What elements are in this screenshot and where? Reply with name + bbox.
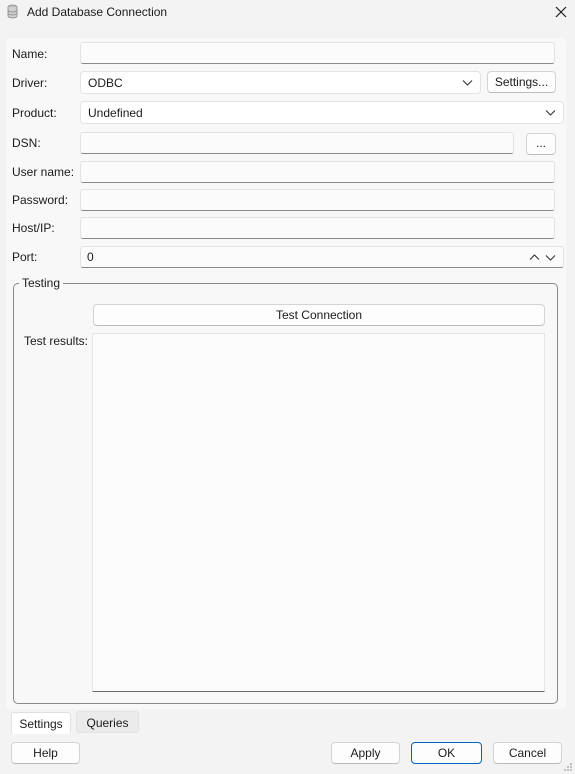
test-results-label: Test results:: [24, 334, 89, 348]
cancel-button[interactable]: Cancel: [493, 742, 562, 764]
product-label: Product:: [12, 106, 57, 120]
port-spinbox[interactable]: 0: [80, 246, 564, 268]
dsn-browse-button[interactable]: ...: [526, 133, 556, 155]
driver-label: Driver:: [12, 76, 48, 90]
chevron-down-icon: [462, 80, 473, 86]
test-connection-button[interactable]: Test Connection: [93, 304, 545, 326]
testing-group-title: Testing: [19, 276, 64, 290]
close-icon[interactable]: [550, 1, 572, 23]
resize-grip-icon[interactable]: [563, 762, 573, 772]
driver-select[interactable]: ODBC: [80, 71, 481, 94]
name-field[interactable]: [80, 42, 555, 64]
username-label: User name:: [12, 165, 75, 179]
product-select[interactable]: Undefined: [80, 101, 564, 124]
name-label: Name:: [12, 47, 48, 61]
password-field[interactable]: [80, 189, 555, 211]
tab-settings[interactable]: Settings: [11, 712, 71, 734]
test-results-area[interactable]: [92, 333, 545, 692]
port-value: 0: [87, 250, 94, 264]
chevron-down-icon[interactable]: [545, 252, 556, 263]
product-value: Undefined: [88, 106, 143, 120]
dsn-label: DSN:: [12, 136, 41, 150]
host-label: Host/IP:: [12, 221, 55, 235]
tab-queries[interactable]: Queries: [76, 711, 139, 733]
host-field[interactable]: [80, 217, 555, 239]
help-button[interactable]: Help: [11, 742, 80, 764]
apply-button[interactable]: Apply: [331, 742, 400, 764]
chevron-up-icon[interactable]: [529, 252, 540, 263]
port-label: Port:: [12, 250, 38, 264]
driver-value: ODBC: [88, 76, 123, 90]
database-icon: [7, 4, 18, 19]
chevron-down-icon: [545, 110, 556, 116]
dsn-field[interactable]: [80, 132, 514, 154]
password-label: Password:: [12, 193, 69, 207]
window-title: Add Database Connection: [27, 5, 168, 19]
title-bar: Add Database Connection: [0, 0, 575, 24]
username-field[interactable]: [80, 161, 555, 183]
driver-settings-button[interactable]: Settings...: [487, 71, 556, 93]
ok-button[interactable]: OK: [411, 742, 482, 764]
